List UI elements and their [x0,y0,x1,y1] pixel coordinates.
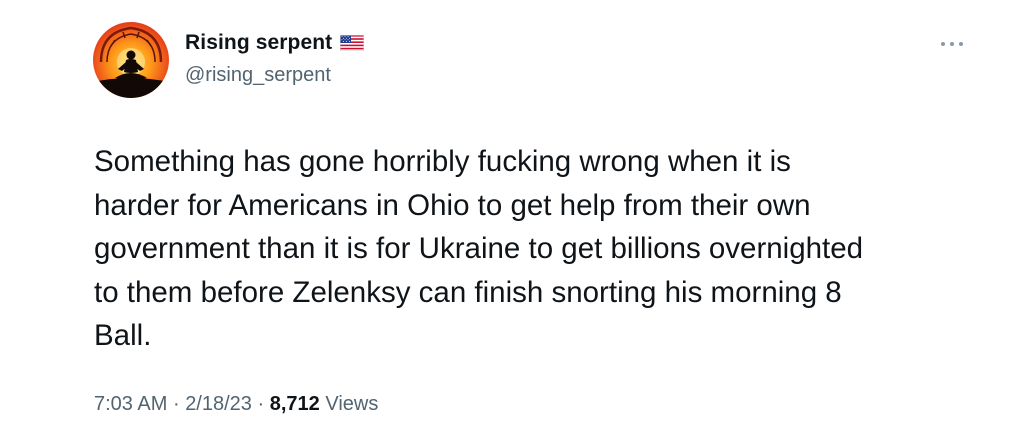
author-display-name[interactable]: Rising serpent [185,31,332,55]
more-dot [950,42,954,46]
tweet-card: Rising serpent @rising_serpent Something… [0,0,1015,422]
more-options-icon[interactable] [941,39,963,49]
tweet-time[interactable]: 7:03 AM [94,393,167,415]
tweet-date[interactable]: 2/18/23 [185,393,252,415]
meta-separator: · [257,393,265,415]
tweet-meta: 7:03 AM · 2/18/23 · 8,712 Views [94,393,378,416]
author-name-row: Rising serpent [185,31,365,55]
author-handle[interactable]: @rising_serpent [185,64,331,87]
author-avatar[interactable] [93,22,169,98]
us-flag-icon [340,35,365,51]
meditating-figure-icon [93,26,169,98]
views-label[interactable]: Views [325,393,378,415]
meta-separator: · [172,393,180,415]
more-dot [959,42,963,46]
more-dot [941,42,945,46]
views-count[interactable]: 8,712 [270,393,320,415]
tweet-text: Something has gone horribly fucking wron… [94,145,864,352]
